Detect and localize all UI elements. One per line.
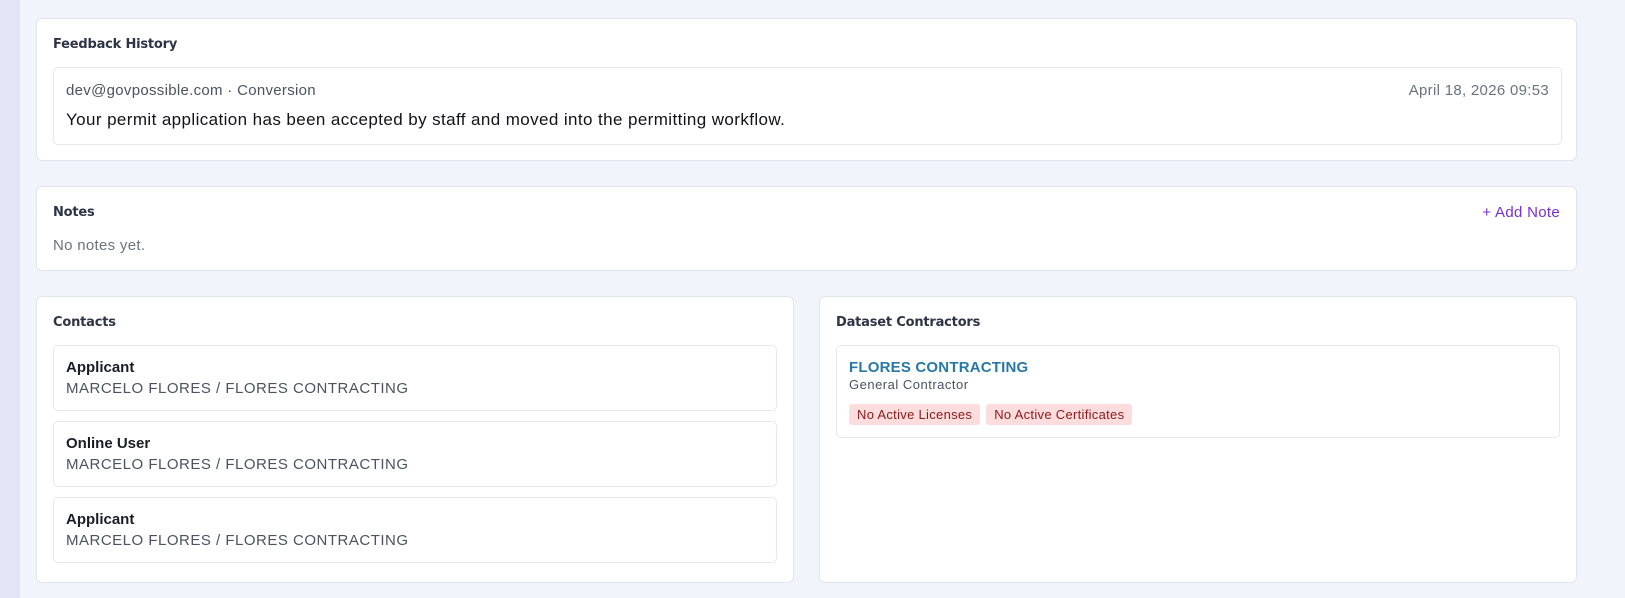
contact-name: MARCELO FLORES / FLORES CONTRACTING — [66, 456, 409, 473]
contact-role: Applicant — [66, 511, 135, 528]
feedback-message: Your permit application has been accepte… — [66, 110, 786, 129]
notes-card: Notes + Add Note No notes yet. — [36, 186, 1577, 271]
contact-item: Online User MARCELO FLORES / FLORES CONT… — [53, 421, 777, 487]
contractor-name-link[interactable]: FLORES CONTRACTING — [849, 359, 1028, 376]
contacts-title: Contacts — [53, 315, 116, 330]
contact-role: Applicant — [66, 359, 135, 376]
contact-name: MARCELO FLORES / FLORES CONTRACTING — [66, 532, 409, 549]
notes-title: Notes — [53, 205, 95, 220]
notes-empty-state: No notes yet. — [53, 237, 146, 254]
feedback-history-card: Feedback History dev@govpossible.com · C… — [36, 18, 1577, 161]
contact-item: Applicant MARCELO FLORES / FLORES CONTRA… — [53, 345, 777, 411]
feedback-author: dev@govpossible.com · Conversion — [66, 82, 316, 99]
left-sidebar-rail — [0, 0, 20, 598]
contact-role: Online User — [66, 435, 151, 452]
feedback-history-title: Feedback History — [53, 37, 178, 52]
contact-item: Applicant MARCELO FLORES / FLORES CONTRA… — [53, 497, 777, 563]
no-active-certificates-badge: No Active Certificates — [986, 404, 1133, 425]
contacts-card: Contacts Applicant MARCELO FLORES / FLOR… — [36, 296, 794, 583]
contractor-badges: No Active Licenses No Active Certificate… — [849, 404, 1133, 425]
no-active-licenses-badge: No Active Licenses — [849, 404, 981, 425]
add-note-button[interactable]: + Add Note — [1482, 204, 1560, 221]
dataset-contractors-title: Dataset Contractors — [836, 315, 981, 330]
dataset-contractors-card: Dataset Contractors FLORES CONTRACTING G… — [819, 296, 1577, 583]
feedback-entry: dev@govpossible.com · Conversion April 1… — [53, 67, 1562, 145]
contractor-item: FLORES CONTRACTING General Contractor No… — [836, 345, 1560, 438]
feedback-timestamp: April 18, 2026 09:53 — [1408, 82, 1549, 99]
contractor-type: General Contractor — [849, 377, 969, 392]
contact-name: MARCELO FLORES / FLORES CONTRACTING — [66, 380, 409, 397]
